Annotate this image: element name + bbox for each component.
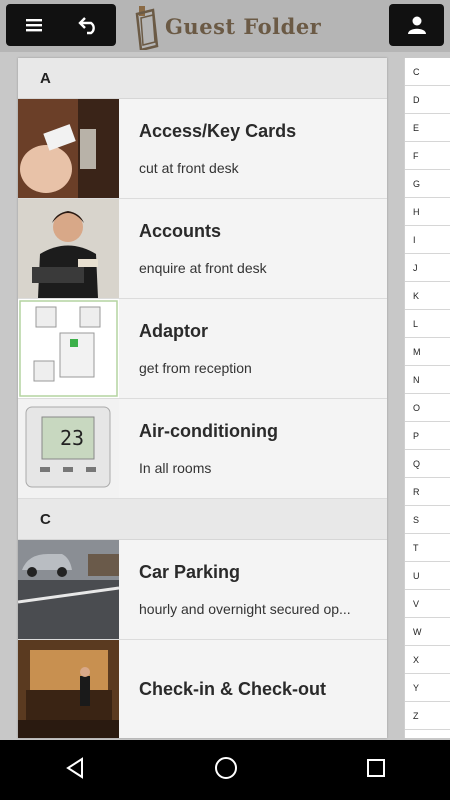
item-subtitle: get from reception: [139, 360, 252, 376]
hamburger-menu-icon: [25, 19, 42, 32]
item-subtitle: cut at front desk: [139, 160, 239, 176]
user-icon: [407, 16, 426, 34]
item-subtitle: In all rooms: [139, 460, 212, 476]
nav-back-button[interactable]: [63, 756, 87, 785]
index-letter-q[interactable]: Q: [405, 450, 450, 478]
list-item[interactable]: Access/Key Cards cut at front desk: [18, 99, 387, 199]
index-letter-n[interactable]: N: [405, 366, 450, 394]
index-letter-r[interactable]: R: [405, 478, 450, 506]
index-letter-z[interactable]: Z: [405, 702, 450, 730]
list-item[interactable]: Adaptor get from reception: [18, 299, 387, 399]
index-letter-x[interactable]: X: [405, 646, 450, 674]
folder-icon: [135, 6, 159, 50]
index-letter-l[interactable]: L: [405, 310, 450, 338]
index-letter-d[interactable]: D: [405, 86, 450, 114]
item-subtitle: enquire at front desk: [139, 260, 267, 276]
nav-home-button[interactable]: [213, 755, 239, 786]
index-letter-g[interactable]: G: [405, 170, 450, 198]
system-navigation-bar: [0, 740, 450, 800]
app-title: Guest Folder: [165, 13, 322, 39]
index-letter-v[interactable]: V: [405, 590, 450, 618]
nav-back-icon: [66, 756, 83, 779]
user-profile-button[interactable]: [389, 4, 444, 46]
car-parking-image: [18, 540, 119, 639]
nav-home-icon: [215, 756, 237, 779]
menu-button[interactable]: [6, 4, 61, 46]
index-letter-o[interactable]: O: [405, 394, 450, 422]
list-item[interactable]: Accounts enquire at front desk: [18, 199, 387, 299]
directory-list[interactable]: A Access/Key Cards cut at front desk Acc…: [18, 58, 387, 738]
item-title: Air-conditioning: [139, 421, 278, 441]
back-arrow-icon: [77, 17, 95, 35]
index-letter-p[interactable]: P: [405, 422, 450, 450]
nav-recents-button[interactable]: [365, 757, 387, 784]
access-key-cards-image: [18, 99, 119, 198]
item-title: Check-in & Check-out: [139, 679, 327, 699]
index-letter-t[interactable]: T: [405, 534, 450, 562]
index-letter-u[interactable]: U: [405, 562, 450, 590]
item-title: Car Parking: [139, 562, 241, 582]
nav-button-group: [6, 4, 116, 46]
check-in-check-out-image: [18, 640, 119, 738]
list-item[interactable]: Check-in & Check-out: [18, 640, 387, 738]
index-letter-c[interactable]: C: [405, 58, 450, 86]
index-letter-f[interactable]: F: [405, 142, 450, 170]
nav-recents-icon: [367, 758, 385, 777]
index-letter-i[interactable]: I: [405, 226, 450, 254]
index-letter-k[interactable]: K: [405, 282, 450, 310]
index-letter-y[interactable]: Y: [405, 674, 450, 702]
app-header: Guest Folder: [0, 0, 450, 52]
accounts-image: [18, 199, 119, 298]
item-title: Accounts: [139, 221, 222, 241]
index-letter-s[interactable]: S: [405, 506, 450, 534]
index-letter-w[interactable]: W: [405, 618, 450, 646]
adaptor-image: [18, 299, 119, 398]
air-conditioning-image: 23: [18, 399, 119, 498]
thermostat-reading: 23: [60, 426, 84, 450]
item-title: Adaptor: [139, 321, 208, 341]
back-button[interactable]: [61, 4, 116, 46]
index-letter-h[interactable]: H: [405, 198, 450, 226]
list-item[interactable]: Car Parking hourly and overnight secured…: [18, 540, 387, 640]
alphabet-index[interactable]: CDEFGHIJKLMNOPQRSTUVWXYZ: [404, 58, 450, 738]
app-logo: Guest Folder: [135, 0, 321, 52]
index-letter-j[interactable]: J: [405, 254, 450, 282]
index-letter-e[interactable]: E: [405, 114, 450, 142]
item-subtitle: hourly and overnight secured op...: [139, 601, 351, 617]
index-letter-m[interactable]: M: [405, 338, 450, 366]
list-item[interactable]: 23 Air-conditioning In all rooms: [18, 399, 387, 499]
section-header-c: C: [18, 499, 387, 540]
section-header-a: A: [18, 58, 387, 99]
item-title: Access/Key Cards: [139, 121, 297, 141]
